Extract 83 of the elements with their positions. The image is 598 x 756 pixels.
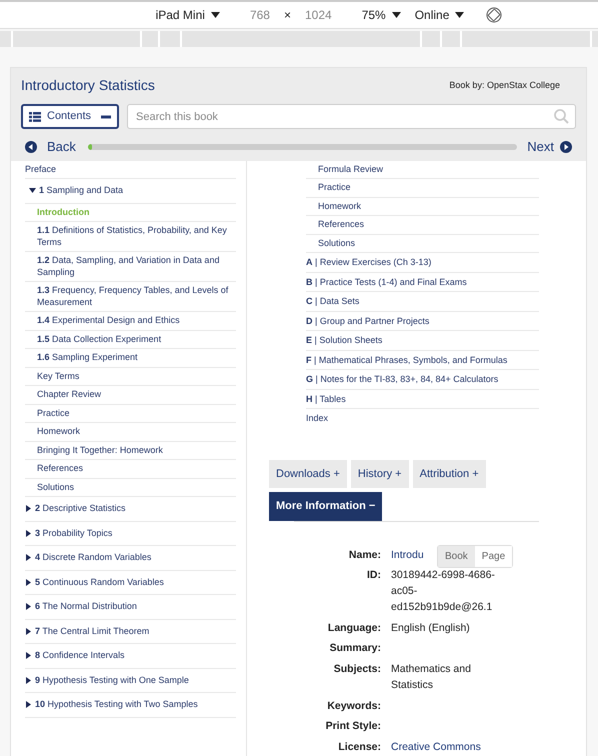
toc-link[interactable]: C | Data Sets	[306, 296, 539, 308]
toc-link[interactable]: Solutions	[318, 238, 539, 249]
chapter-link[interactable]: 4 Discrete Random Variables	[25, 552, 236, 564]
caret-icon[interactable]	[392, 11, 401, 19]
toc-link[interactable]: Formula Review	[318, 164, 539, 175]
field-label: Keywords:	[326, 698, 381, 714]
caret-right-icon[interactable]	[25, 628, 32, 635]
width-value: 768	[250, 7, 270, 24]
toc-link[interactable]: 1.5 Data Collection Experiment	[37, 334, 236, 345]
field-label: Subjects:	[332, 662, 381, 677]
caret-right-icon[interactable]	[25, 530, 32, 537]
field-label: Print Style:	[324, 719, 381, 734]
caret-right-icon[interactable]	[25, 505, 32, 512]
caret-icon[interactable]	[455, 11, 464, 19]
contents-button[interactable]: Contents	[21, 104, 119, 129]
field-link[interactable]: Introdu	[391, 548, 424, 564]
field-label: ID:	[366, 568, 381, 584]
toc-link[interactable]: 1.2 Data, Sampling, and Variation in Data and Sampling	[37, 255, 236, 278]
toc-link[interactable]: A | Review Exercises (Ch 3-13)	[306, 257, 539, 268]
toc-link[interactable]: B | Practice Tests (1-4) and Final Exams	[306, 276, 539, 288]
toc-link[interactable]: Preface	[25, 164, 236, 175]
next-link[interactable]: Next	[527, 137, 572, 156]
toc-link[interactable]: H | Tables	[306, 394, 539, 405]
field-label: Name:	[348, 548, 381, 562]
toc-link[interactable]: 1.6 Sampling Experiment	[37, 352, 236, 364]
toc-link[interactable]: Index	[306, 413, 539, 424]
caret-right-icon[interactable]	[25, 603, 32, 610]
toc-link[interactable]: D | Group and Partner Projects	[306, 316, 539, 327]
toc-link[interactable]: Solutions	[37, 482, 236, 493]
caret-right-icon[interactable]	[25, 652, 32, 660]
caret-icon[interactable]	[210, 11, 220, 19]
field-label: Language:	[326, 620, 381, 636]
toc-link[interactable]: Practice	[318, 182, 539, 194]
caret-right-icon[interactable]	[25, 554, 32, 562]
chapter-link[interactable]: 2 Descriptive Statistics	[25, 503, 236, 514]
field-link[interactable]: Creative Commons	[391, 740, 481, 756]
info-tab[interactable]: Attribution +	[412, 460, 486, 488]
toc-link[interactable]: Chapter Review	[37, 389, 236, 400]
book-author: Book by: OpenStax College	[449, 78, 560, 92]
device-selector[interactable]: iPad Mini	[156, 6, 205, 24]
chapter-link[interactable]: 10 Hypothesis Testing with Two Samples	[25, 699, 236, 710]
info-tab[interactable]: More Information −	[269, 492, 382, 520]
back-link[interactable]: Back	[25, 137, 76, 156]
rotate-icon[interactable]	[486, 7, 502, 23]
caret-right-icon[interactable]	[25, 701, 32, 708]
field-value: Mathematics and Statistics	[391, 662, 472, 693]
field-label: Summary:	[328, 641, 381, 656]
caret-down-icon[interactable]	[29, 187, 36, 194]
field-label: License:	[337, 740, 381, 755]
toc-link[interactable]: Practice	[37, 408, 236, 419]
caret-right-icon[interactable]	[25, 676, 32, 684]
times-sign: ×	[284, 7, 291, 24]
caret-right-icon[interactable]	[25, 578, 32, 586]
chapter-link[interactable]: 1 Sampling and Data	[29, 185, 236, 196]
toc-link[interactable]: 1.1 Definitions of Statistics, Probability, and Key Terms	[37, 225, 236, 248]
chapter-link[interactable]: 8 Confidence Intervals	[25, 650, 236, 662]
toc-link[interactable]: 1.4 Experimental Design and Ethics	[37, 315, 236, 326]
chapter-link[interactable]: 3 Probability Topics	[25, 528, 236, 539]
field-value: 30189442-6998-4686-ac05-ed152b91b9de@26.1	[391, 568, 496, 615]
info-tab[interactable]: Downloads +	[269, 460, 347, 488]
toc-link[interactable]: Homework	[318, 200, 539, 212]
toc-link[interactable]: References	[318, 219, 539, 230]
toggle-button[interactable]: Book	[438, 546, 475, 566]
chapter-link[interactable]: 9 Hypothesis Testing with One Sample	[25, 674, 236, 686]
chapter-link[interactable]: 5 Continuous Random Variables	[25, 576, 236, 588]
toc-link[interactable]: References	[37, 463, 236, 474]
toc-link[interactable]: F | Mathematical Phrases, Symbols, and Formulas	[306, 354, 539, 366]
toc-link[interactable]: E | Solution Sheets	[306, 335, 539, 346]
search-field[interactable]: Search this book	[127, 104, 576, 129]
network-selector[interactable]: Online	[414, 6, 450, 24]
info-tab[interactable]: History +	[350, 460, 409, 488]
toc-link[interactable]: Bringing It Together: Homework	[37, 444, 236, 456]
height-value: 1024	[304, 7, 332, 24]
zoom-selector[interactable]: 75%	[362, 6, 386, 24]
toc-link[interactable]: G | Notes for the TI-83, 83+, 84, 84+ Calculators	[306, 374, 539, 386]
list-icon	[29, 112, 41, 122]
chapter-link[interactable]: 6 The Normal Distribution	[25, 601, 236, 612]
toc-link[interactable]: Key Terms	[37, 370, 236, 382]
toc-link[interactable]: 1.3 Frequency, Frequency Tables, and Levels of Measurement	[37, 285, 236, 308]
field-value: English (English)	[391, 620, 471, 636]
toc-link[interactable]: Homework	[37, 426, 236, 438]
book-title: Introductory Statistics	[21, 76, 155, 95]
chapter-link[interactable]: 7 The Central Limit Theorem	[25, 626, 236, 637]
